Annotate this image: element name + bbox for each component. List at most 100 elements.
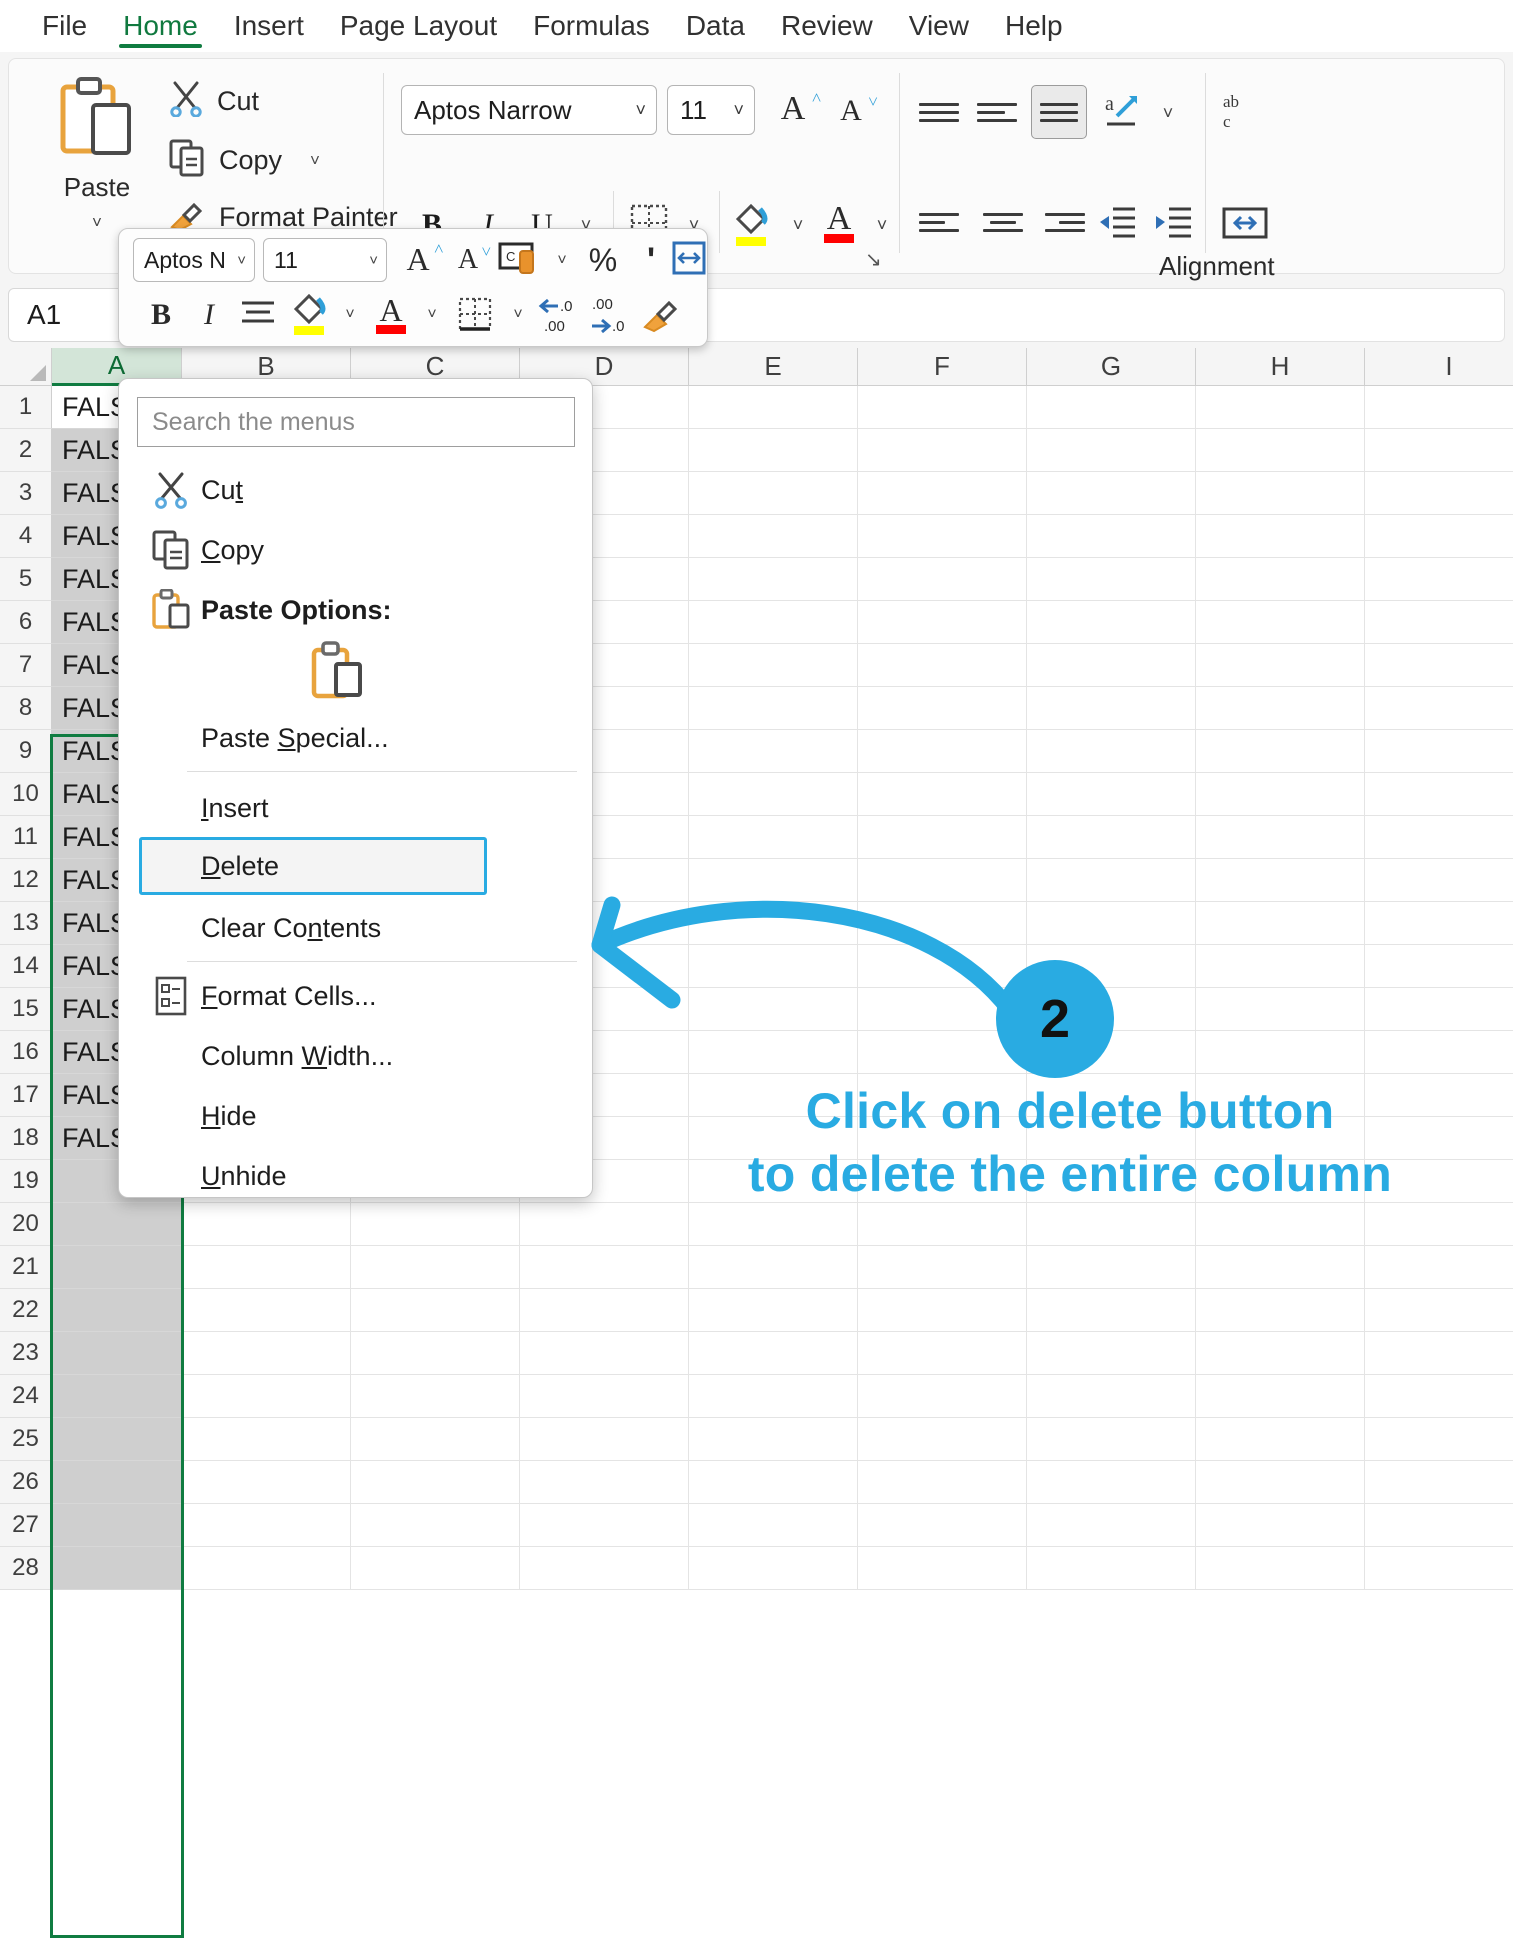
cell-H6[interactable] [1196, 601, 1365, 644]
cell-I16[interactable] [1365, 1031, 1513, 1074]
cell-G27[interactable] [1027, 1504, 1196, 1547]
cell-B23[interactable] [182, 1332, 351, 1375]
cell-B24[interactable] [182, 1375, 351, 1418]
cell-H7[interactable] [1196, 644, 1365, 687]
cell-F12[interactable] [858, 859, 1027, 902]
cell-D28[interactable] [520, 1547, 689, 1590]
row-header-25[interactable]: 25 [0, 1418, 52, 1461]
tab-view[interactable]: View [891, 0, 987, 52]
cell-G5[interactable] [1027, 558, 1196, 601]
cell-H28[interactable] [1196, 1547, 1365, 1590]
cell-F8[interactable] [858, 687, 1027, 730]
cell-E10[interactable] [689, 773, 858, 816]
cell-E3[interactable] [689, 472, 858, 515]
cell-G4[interactable] [1027, 515, 1196, 558]
font-size-combo[interactable]: 11 ˅ [667, 85, 755, 135]
accounting-format-dropdown[interactable]: ˅ [547, 245, 577, 277]
row-header-28[interactable]: 28 [0, 1547, 52, 1590]
cell-A24[interactable] [52, 1375, 182, 1418]
cell-C22[interactable] [351, 1289, 520, 1332]
row-header-27[interactable]: 27 [0, 1504, 52, 1547]
cell-G1[interactable] [1027, 386, 1196, 429]
cell-E9[interactable] [689, 730, 858, 773]
cell-E22[interactable] [689, 1289, 858, 1332]
cell-F22[interactable] [858, 1289, 1027, 1332]
tab-home[interactable]: Home [105, 0, 216, 52]
row-header-18[interactable]: 18 [0, 1117, 52, 1160]
paste-button[interactable]: Paste ˅ [49, 77, 145, 247]
font-color-button[interactable]: A [815, 195, 863, 251]
cell-H10[interactable] [1196, 773, 1365, 816]
row-header-14[interactable]: 14 [0, 945, 52, 988]
font-color-dropdown[interactable]: ˅ [865, 205, 899, 245]
cell-H21[interactable] [1196, 1246, 1365, 1289]
cell-H4[interactable] [1196, 515, 1365, 558]
increase-decimal-button[interactable]: .0 .00 [537, 293, 583, 339]
cell-G2[interactable] [1027, 429, 1196, 472]
column-header-f[interactable]: F [858, 348, 1027, 386]
cell-H1[interactable] [1196, 386, 1365, 429]
mini-grow-font-button[interactable]: A ˄ [395, 235, 443, 283]
cell-D27[interactable] [520, 1504, 689, 1547]
decrease-indent-button[interactable] [1091, 201, 1141, 247]
cell-G10[interactable] [1027, 773, 1196, 816]
cell-E14[interactable] [689, 945, 858, 988]
row-header-1[interactable]: 1 [0, 386, 52, 429]
row-header-11[interactable]: 11 [0, 816, 52, 859]
cell-E7[interactable] [689, 644, 858, 687]
cell-I9[interactable] [1365, 730, 1513, 773]
cell-B25[interactable] [182, 1418, 351, 1461]
cell-G9[interactable] [1027, 730, 1196, 773]
cell-F7[interactable] [858, 644, 1027, 687]
cell-C20[interactable] [351, 1203, 520, 1246]
cell-E26[interactable] [689, 1461, 858, 1504]
cell-I25[interactable] [1365, 1418, 1513, 1461]
cell-I14[interactable] [1365, 945, 1513, 988]
cell-G24[interactable] [1027, 1375, 1196, 1418]
tab-insert[interactable]: Insert [216, 0, 322, 52]
context-item-copy[interactable]: Copy [121, 521, 592, 579]
cell-A27[interactable] [52, 1504, 182, 1547]
cell-I27[interactable] [1365, 1504, 1513, 1547]
accounting-format-button[interactable]: C [497, 241, 541, 279]
cell-F27[interactable] [858, 1504, 1027, 1547]
cell-E23[interactable] [689, 1332, 858, 1375]
context-item-insert[interactable]: Insert [121, 779, 592, 837]
row-header-3[interactable]: 3 [0, 472, 52, 515]
context-item-unhide[interactable]: Unhide [121, 1147, 592, 1205]
cell-G11[interactable] [1027, 816, 1196, 859]
cell-E25[interactable] [689, 1418, 858, 1461]
cell-F24[interactable] [858, 1375, 1027, 1418]
cell-A28[interactable] [52, 1547, 182, 1590]
cell-E21[interactable] [689, 1246, 858, 1289]
cell-E6[interactable] [689, 601, 858, 644]
cell-B20[interactable] [182, 1203, 351, 1246]
row-header-23[interactable]: 23 [0, 1332, 52, 1375]
cell-G22[interactable] [1027, 1289, 1196, 1332]
row-header-16[interactable]: 16 [0, 1031, 52, 1074]
search-input[interactable]: Search the menus [137, 397, 575, 447]
decrease-decimal-button[interactable]: .00 .0 [587, 293, 633, 339]
cell-I7[interactable] [1365, 644, 1513, 687]
tab-review[interactable]: Review [763, 0, 891, 52]
cell-D21[interactable] [520, 1246, 689, 1289]
align-left-button[interactable] [919, 201, 971, 243]
chevron-down-icon[interactable]: ˅ [635, 100, 646, 121]
cell-F23[interactable] [858, 1332, 1027, 1375]
cell-I28[interactable] [1365, 1547, 1513, 1590]
cell-H22[interactable] [1196, 1289, 1365, 1332]
cell-H24[interactable] [1196, 1375, 1365, 1418]
cell-B28[interactable] [182, 1547, 351, 1590]
cell-C24[interactable] [351, 1375, 520, 1418]
cell-E24[interactable] [689, 1375, 858, 1418]
cell-I4[interactable] [1365, 515, 1513, 558]
cell-D23[interactable] [520, 1332, 689, 1375]
cell-H20[interactable] [1196, 1203, 1365, 1246]
cell-I5[interactable] [1365, 558, 1513, 601]
tab-page-layout[interactable]: Page Layout [322, 0, 515, 52]
cell-I26[interactable] [1365, 1461, 1513, 1504]
tab-formulas[interactable]: Formulas [515, 0, 668, 52]
cell-F26[interactable] [858, 1461, 1027, 1504]
orientation-button[interactable]: a [1095, 87, 1147, 137]
cell-H8[interactable] [1196, 687, 1365, 730]
